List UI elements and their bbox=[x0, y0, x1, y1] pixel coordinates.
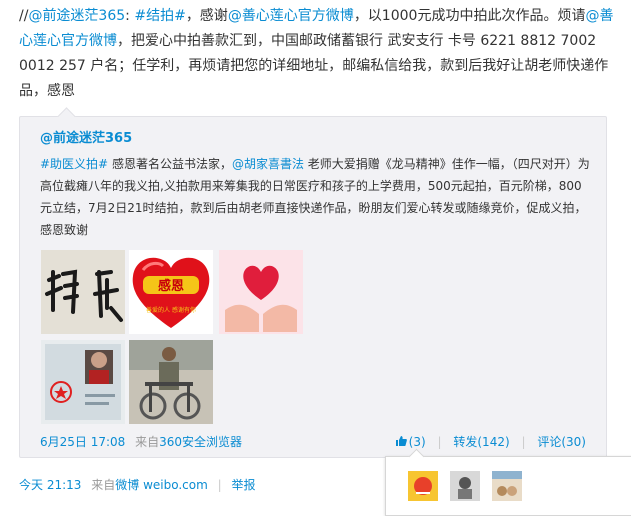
quoted-actions: (3) | 转发(142) | 评论(30) bbox=[395, 433, 586, 450]
source-link[interactable]: 360安全浏览器 bbox=[159, 435, 242, 449]
like-button[interactable]: (3) bbox=[395, 435, 430, 449]
quoted-post: @前途迷茫365 #助医义拍# 感恩著名公益书法家，@胡家喜書法 老师大爱捐赠《… bbox=[19, 107, 607, 458]
author-mention-link[interactable]: @前途迷茫365 bbox=[28, 8, 125, 24]
post-time-link[interactable]: 今天 21:13 bbox=[19, 478, 81, 492]
like-count: (3) bbox=[408, 435, 426, 449]
quoted-author-link[interactable]: @前途迷茫365 bbox=[40, 127, 132, 146]
repost-button[interactable]: 转发(142) bbox=[453, 435, 509, 449]
liker-avatar[interactable] bbox=[450, 471, 480, 501]
liker-avatar[interactable] bbox=[492, 471, 522, 501]
quoted-time-link[interactable]: 6月25日 17:08 bbox=[40, 435, 125, 449]
post-text: //@前途迷茫365: #结拍#，感谢@善心莲心官方微博，以1000元成功中拍此… bbox=[19, 8, 614, 99]
liker-avatar[interactable] bbox=[408, 471, 438, 501]
quoted-text: #助医义拍# 感恩著名公益书法家，@胡家喜書法 老师大爱捐赠《龙马精神》佳作一幅… bbox=[40, 157, 590, 237]
quoted-mention-link[interactable]: @胡家喜書法 bbox=[232, 157, 304, 171]
wheelchair-photo-thumbnail[interactable] bbox=[129, 340, 213, 424]
post-source-link[interactable]: 微博 weibo.com bbox=[115, 478, 208, 492]
hands-heart-thumbnail[interactable] bbox=[219, 250, 303, 334]
post-source-prefix: 来自 bbox=[91, 478, 116, 492]
likers-popup bbox=[385, 448, 631, 516]
topic-tag-link[interactable]: #结拍# bbox=[134, 8, 185, 24]
heart-thanks-thumbnail[interactable]: 感恩 善爱的人 感谢有你 bbox=[129, 250, 213, 334]
post-meta: 今天 21:13 来自微博 weibo.com | 举报 bbox=[19, 476, 256, 493]
quoted-topic-link[interactable]: #助医义拍# bbox=[40, 157, 108, 171]
report-link[interactable]: 举报 bbox=[232, 478, 256, 492]
quote-arrow bbox=[57, 107, 76, 126]
heart-subtitle: 善爱的人 感谢有你 bbox=[146, 306, 196, 314]
source-prefix: 来自 bbox=[135, 435, 160, 449]
heart-title: 感恩 bbox=[158, 278, 184, 294]
quoted-meta: 6月25日 17:08 来自360安全浏览器 bbox=[40, 433, 242, 450]
certificate-thumbnail[interactable] bbox=[41, 340, 125, 424]
comment-button[interactable]: 评论(30) bbox=[537, 435, 586, 449]
charity-mention-link[interactable]: @善心莲心官方微博 bbox=[228, 8, 354, 24]
calligraphy-thumbnail[interactable] bbox=[41, 250, 125, 334]
thumbs-up-icon bbox=[395, 436, 407, 446]
meta-divider: | bbox=[217, 478, 222, 492]
